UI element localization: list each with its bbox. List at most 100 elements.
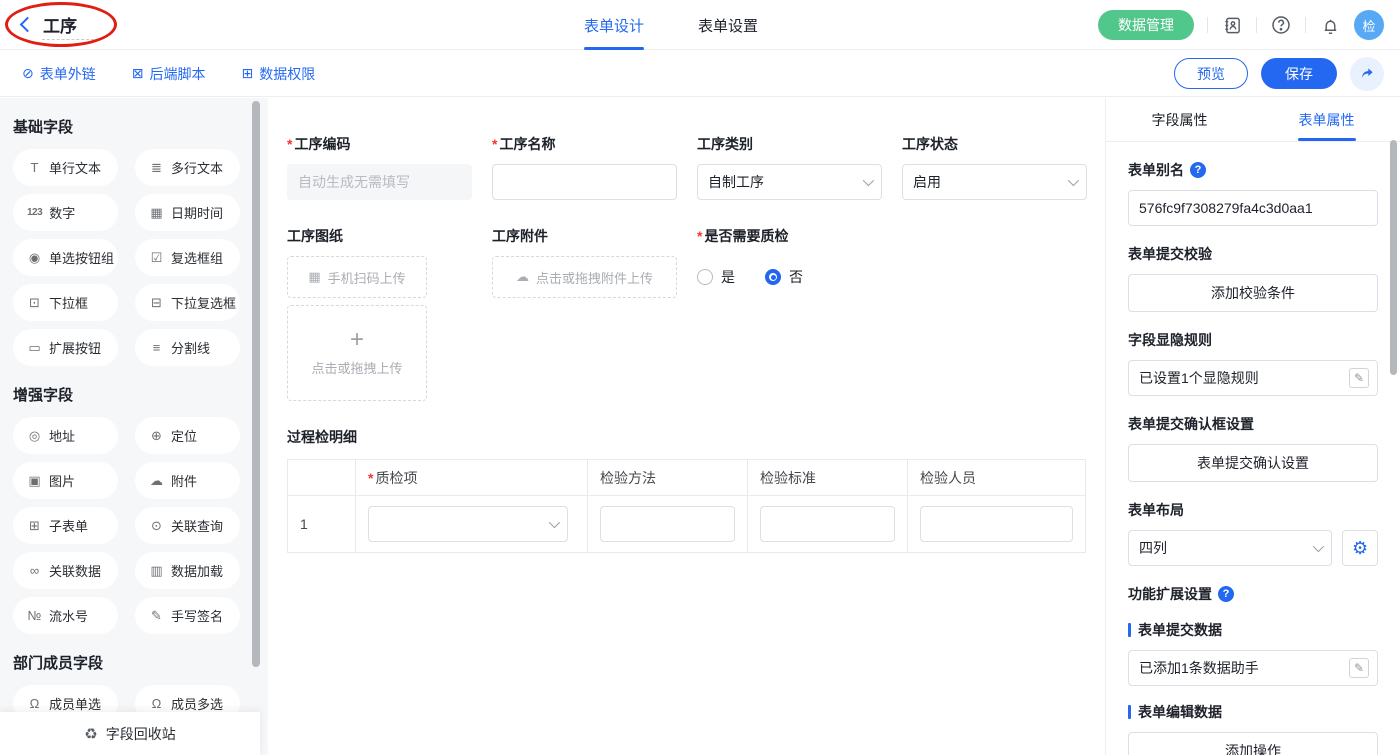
field-pill-signature[interactable]: ✎手写签名 <box>135 597 240 634</box>
share-button[interactable] <box>1350 57 1384 91</box>
field-pill-checkbox-group[interactable]: ☑复选框组 <box>135 239 240 276</box>
field-pill-linked-data[interactable]: ∞关联数据 <box>13 552 118 589</box>
tab-form-properties[interactable]: 表单属性 <box>1253 98 1400 141</box>
required-mark: * <box>368 470 373 486</box>
label-text: 表单编辑数据 <box>1138 702 1222 722</box>
pill-label: 成员多选 <box>171 694 223 713</box>
field-label: *工序编码 <box>287 134 472 154</box>
calendar-icon: ▦ <box>149 205 164 221</box>
process-code-input[interactable] <box>287 164 472 200</box>
field-pill-select[interactable]: ⊡下拉框 <box>13 284 118 321</box>
field-pill-linked-query[interactable]: ⊙关联查询 <box>135 507 240 544</box>
confirm-box-settings-button[interactable]: 表单提交确认设置 <box>1128 444 1378 482</box>
field-pill-multi-select[interactable]: ⊟下拉复选框 <box>135 284 240 321</box>
back-icon <box>20 17 36 33</box>
field-pill-radio-group[interactable]: ◉单选按钮组 <box>13 239 118 276</box>
field-pill-location[interactable]: ⊕定位 <box>135 417 240 454</box>
cell-standard <box>748 496 908 553</box>
attachment-upload-dropzone[interactable]: ☁ 点击或拖拽附件上传 <box>492 256 677 298</box>
form-designer-app: 工序 表单设计 表单设置 数据管理 <box>0 0 1400 755</box>
submit-data-box[interactable]: 已添加1条数据助手 ✎ <box>1128 650 1378 686</box>
field-pill-single-text[interactable]: T单行文本 <box>13 149 118 186</box>
qc-item-select[interactable] <box>368 506 568 542</box>
save-button[interactable]: 保存 <box>1261 58 1337 89</box>
header-left: 工序 <box>0 0 300 50</box>
backend-script-button[interactable]: ⊠ 后端脚本 <box>132 64 206 84</box>
data-manage-button[interactable]: 数据管理 <box>1098 10 1194 40</box>
tab-form-design[interactable]: 表单设计 <box>578 0 650 50</box>
external-link-button[interactable]: ⊘ 表单外链 <box>22 64 96 84</box>
field-pill-address[interactable]: ◎地址 <box>13 417 118 454</box>
label-text: 工序状态 <box>902 134 958 154</box>
select-value: 自制工序 <box>708 172 764 192</box>
field-pill-datetime[interactable]: ▦日期时间 <box>135 194 240 231</box>
image-icon: ▣ <box>27 473 42 489</box>
field-pill-image[interactable]: ▣图片 <box>13 462 118 499</box>
sidebar-scrollbar[interactable] <box>252 101 260 667</box>
field-pill-divider[interactable]: ≡分割线 <box>135 329 240 366</box>
properties-scrollbar[interactable] <box>1390 140 1397 375</box>
help-icon[interactable] <box>1270 14 1292 36</box>
tab-field-properties[interactable]: 字段属性 <box>1106 98 1253 141</box>
canvas-row-2: 工序图纸 ▦ 手机扫码上传 + 点击或拖拽上传 工序附件 ☁ 点击或拖拽附件上传 <box>287 226 1105 401</box>
visibility-rules-box[interactable]: 已设置1个显隐规则 ✎ <box>1128 360 1378 396</box>
standard-input[interactable] <box>760 506 895 542</box>
divider <box>1207 17 1208 33</box>
tab-label: 表单设置 <box>698 15 758 36</box>
process-name-input[interactable] <box>492 164 677 200</box>
bar-chart-icon: ▥ <box>149 563 164 579</box>
link-label: 数据权限 <box>259 64 315 84</box>
field-process-category: 工序类别 自制工序 <box>697 134 882 200</box>
form-alias-input[interactable] <box>1128 190 1378 226</box>
cloud-upload-icon: ☁ <box>516 269 529 285</box>
button-icon: ▭ <box>27 340 42 356</box>
form-canvas: *工序编码 *工序名称 工序类别 自制工序 工序状态 <box>268 98 1105 755</box>
layout-settings-button[interactable]: ⚙ <box>1342 530 1378 566</box>
field-recycle-bin[interactable]: ♻ 字段回收站 <box>0 712 260 755</box>
number-icon: 123 <box>27 207 42 218</box>
contact-book-icon[interactable] <box>1221 14 1243 36</box>
field-pill-number[interactable]: 123 数字 <box>13 194 118 231</box>
tab-form-settings[interactable]: 表单设置 <box>692 0 764 50</box>
avatar[interactable]: 检 <box>1354 10 1384 40</box>
visibility-rules-value: 已设置1个显隐规则 <box>1139 368 1259 388</box>
field-pill-multi-text[interactable]: ≣多行文本 <box>135 149 240 186</box>
pill-label: 扩展按钮 <box>49 338 101 357</box>
process-status-select[interactable]: 启用 <box>902 164 1087 200</box>
field-pill-serial-number[interactable]: №流水号 <box>13 597 118 634</box>
cloud-icon: ☁ <box>149 473 164 489</box>
field-pill-data-load[interactable]: ▥数据加载 <box>135 552 240 589</box>
field-pill-extend-button[interactable]: ▭ 扩展按钮 <box>13 329 118 366</box>
method-input[interactable] <box>600 506 735 542</box>
preview-button[interactable]: 预览 <box>1174 58 1248 89</box>
link-chain-icon: ∞ <box>27 563 42 578</box>
edit-data-label: 表单编辑数据 <box>1128 702 1378 722</box>
field-pill-attachment[interactable]: ☁附件 <box>135 462 240 499</box>
pill-label: 数字 <box>49 203 75 222</box>
drawing-upload-dropzone[interactable]: + 点击或拖拽上传 <box>287 305 427 401</box>
edit-icon[interactable]: ✎ <box>1349 368 1369 388</box>
help-icon[interactable]: ? <box>1190 162 1206 178</box>
help-icon[interactable]: ? <box>1218 586 1234 602</box>
add-validation-button[interactable]: 添加校验条件 <box>1128 274 1378 312</box>
edit-icon[interactable]: ✎ <box>1349 658 1369 678</box>
data-permission-button[interactable]: ⊞ 数据权限 <box>241 64 315 84</box>
form-layout-select[interactable]: 四列 <box>1128 530 1332 566</box>
field-pill-subform[interactable]: ⊞子表单 <box>13 507 118 544</box>
qc-radio-no[interactable]: 否 <box>765 267 803 287</box>
tab-label: 表单属性 <box>1299 110 1355 130</box>
chevron-down-icon <box>863 175 874 186</box>
inspector-input[interactable] <box>920 506 1073 542</box>
col-label: 检验人员 <box>920 470 976 486</box>
cell-method <box>588 496 748 553</box>
qc-radio-yes[interactable]: 是 <box>697 267 735 287</box>
field-palette-sidebar: 基础字段 T单行文本 ≣多行文本 123数字 ▦日期时间 ◉单选按钮组 ☑复选框… <box>0 98 268 755</box>
qr-scan-upload-button[interactable]: ▦ 手机扫码上传 <box>287 256 427 298</box>
top-header: 工序 表单设计 表单设置 数据管理 <box>0 0 1400 50</box>
upload-label: 点击或拖拽附件上传 <box>536 268 653 287</box>
notification-bell-icon[interactable] <box>1319 14 1341 36</box>
add-operation-button[interactable]: 添加操作 <box>1128 732 1378 755</box>
process-category-select[interactable]: 自制工序 <box>697 164 882 200</box>
back-button[interactable]: 工序 <box>22 12 77 37</box>
form-toolbar: ⊘ 表单外链 ⊠ 后端脚本 ⊞ 数据权限 预览 保存 <box>0 51 1400 97</box>
